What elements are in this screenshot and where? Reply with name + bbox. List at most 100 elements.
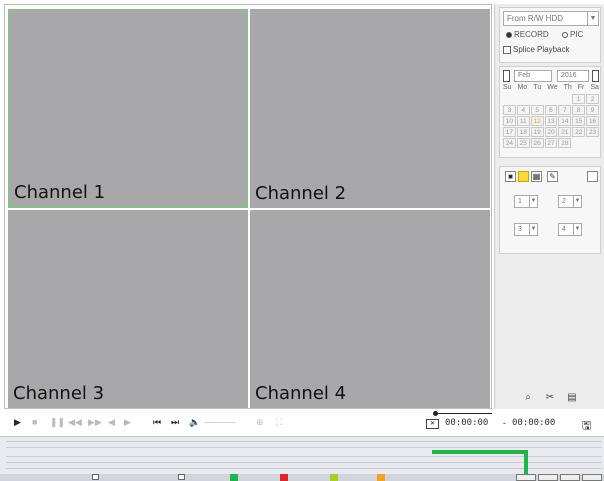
- single-view-icon[interactable]: ■: [505, 171, 516, 182]
- legend-checkbox-2[interactable]: [178, 474, 187, 481]
- panel-toolbar: ⌕ ✂ ▤: [515, 392, 585, 406]
- channel-4-label: Channel 4: [255, 383, 347, 404]
- zoom-1h-button[interactable]: [560, 474, 580, 481]
- time-range-icon[interactable]: ✕: [426, 419, 439, 429]
- timeline-row: [6, 468, 602, 469]
- calendar-day[interactable]: 21: [558, 127, 572, 137]
- next-month-button[interactable]: [592, 70, 599, 82]
- zoom-24h-button[interactable]: [516, 474, 536, 481]
- channel-3-pane[interactable]: Channel 3: [8, 210, 248, 408]
- source-select[interactable]: From R/W HDD ▼: [503, 11, 599, 26]
- calendar-day[interactable]: 11: [516, 116, 530, 126]
- calendar-day[interactable]: 9: [586, 105, 599, 115]
- calendar-day[interactable]: 17: [503, 127, 516, 137]
- calendar-day[interactable]: 13: [544, 116, 558, 126]
- slow-icon[interactable]: ◀◀: [68, 417, 82, 428]
- yellowgreen-swatch: [330, 474, 338, 481]
- pause-icon[interactable]: ❚❚: [50, 417, 65, 428]
- record-radio[interactable]: RECORD: [506, 30, 549, 39]
- calendar-weekdays: Su Mo Tu We Th Fr Sa: [503, 84, 599, 91]
- calendar-day[interactable]: 12: [530, 116, 544, 126]
- volume-icon[interactable]: 🔈: [189, 417, 200, 428]
- calendar-day[interactable]: 27: [544, 138, 558, 148]
- volume-slider[interactable]: ─────: [204, 417, 236, 427]
- channel-select-4[interactable]: 4 ▼: [558, 223, 582, 236]
- fullscreen-icon[interactable]: ⛶: [276, 417, 282, 428]
- previous-icon[interactable]: ⏮: [153, 417, 161, 428]
- prev-month-button[interactable]: [503, 70, 510, 82]
- export-icon[interactable]: ▤: [565, 392, 579, 404]
- search-icon[interactable]: ⌕: [521, 392, 535, 404]
- channel-1-pane[interactable]: Channel 1: [8, 9, 248, 208]
- channel-2-pane[interactable]: Channel 2: [250, 9, 490, 208]
- frame-forward-icon[interactable]: ▶: [124, 417, 131, 428]
- calendar-day[interactable]: 14: [558, 116, 572, 126]
- calendar-day[interactable]: 26: [530, 138, 544, 148]
- nine-view-icon[interactable]: ▦: [531, 171, 542, 182]
- timeline[interactable]: [0, 436, 604, 474]
- channel-select-1-value: 1: [518, 198, 522, 205]
- legend-red: [280, 474, 290, 481]
- channel-select-2-value: 2: [562, 198, 566, 205]
- calendar-day[interactable]: 23: [586, 127, 599, 137]
- calendar-day[interactable]: 7: [558, 105, 572, 115]
- pic-radio[interactable]: PIC: [562, 30, 583, 39]
- green-swatch: [230, 474, 238, 481]
- channel-select-4-value: 4: [562, 226, 566, 233]
- calendar-blank: [503, 94, 516, 104]
- legend-checkbox-1[interactable]: [92, 474, 101, 481]
- calendar-day[interactable]: 8: [572, 105, 586, 115]
- snapshot-icon[interactable]: ✂: [543, 392, 557, 404]
- zoom-icon[interactable]: ⊕: [256, 417, 264, 428]
- calendar-blank: [517, 94, 530, 104]
- edit-icon[interactable]: ✎: [547, 171, 558, 182]
- calendar-day[interactable]: 5: [530, 105, 544, 115]
- calendar-day[interactable]: 25: [516, 138, 530, 148]
- blank-tool-icon[interactable]: [587, 171, 598, 182]
- calendar-day[interactable]: 28: [558, 138, 572, 148]
- calendar-day[interactable]: 15: [572, 116, 586, 126]
- year-select[interactable]: 2016: [557, 70, 589, 82]
- time-end: 00:00:00: [512, 418, 556, 428]
- stop-icon[interactable]: ■: [32, 417, 37, 427]
- channel-select-3[interactable]: 3 ▼: [514, 223, 538, 236]
- calendar-day[interactable]: 6: [544, 105, 558, 115]
- calendar-day[interactable]: 4: [516, 105, 530, 115]
- calendar-header: Feb 2016: [503, 70, 599, 82]
- layout-toolbar: ■ ▦ ✎: [503, 171, 599, 184]
- fast-icon[interactable]: ▶▶: [88, 417, 102, 428]
- zoom-30m-button[interactable]: [582, 474, 602, 481]
- checkbox-icon: [503, 45, 511, 54]
- calendar-day[interactable]: 3: [503, 105, 516, 115]
- channel-4-pane[interactable]: Channel 4: [250, 210, 490, 408]
- calendar-day[interactable]: 19: [530, 127, 544, 137]
- channel-select-1[interactable]: 1 ▼: [514, 195, 538, 208]
- quad-view-icon[interactable]: [518, 171, 529, 182]
- frame-back-icon[interactable]: ◀: [108, 417, 115, 428]
- next-icon[interactable]: ⏭: [171, 417, 179, 428]
- calendar-day[interactable]: 20: [544, 127, 558, 137]
- calendar-days: 1 2 3 4 5 6 7 8 9 10 11 12 13 14 15 16 17 18 19 20 21 22 23 24 2…: [503, 94, 599, 148]
- playhead-bar[interactable]: [524, 450, 528, 474]
- calendar-day[interactable]: 1: [572, 94, 586, 104]
- legend-green: [230, 474, 240, 481]
- chevron-down-icon: ▼: [587, 12, 598, 25]
- calendar-day[interactable]: 10: [503, 116, 516, 126]
- recording-segment-bar: [432, 450, 528, 454]
- timeline-marker-line: [436, 413, 492, 414]
- right-panel: From R/W HDD ▼ RECORD PIC Splice Playbac…: [494, 4, 604, 409]
- calendar-day[interactable]: 22: [572, 127, 586, 137]
- calendar-day[interactable]: 24: [503, 138, 516, 148]
- play-icon[interactable]: ▶: [14, 417, 21, 428]
- weekday-label: Th: [563, 84, 572, 91]
- save-icon[interactable]: 🖫: [582, 417, 591, 436]
- splice-playback-checkbox[interactable]: Splice Playback: [503, 45, 569, 54]
- month-select[interactable]: Feb: [514, 70, 552, 82]
- calendar-blank: [531, 94, 544, 104]
- calendar-day[interactable]: 2: [586, 94, 599, 104]
- channel-select-2[interactable]: 2 ▼: [558, 195, 582, 208]
- zoom-2h-button[interactable]: [538, 474, 558, 481]
- calendar-day[interactable]: 16: [586, 116, 599, 126]
- timeline-row: [6, 447, 602, 448]
- calendar-day[interactable]: 18: [516, 127, 530, 137]
